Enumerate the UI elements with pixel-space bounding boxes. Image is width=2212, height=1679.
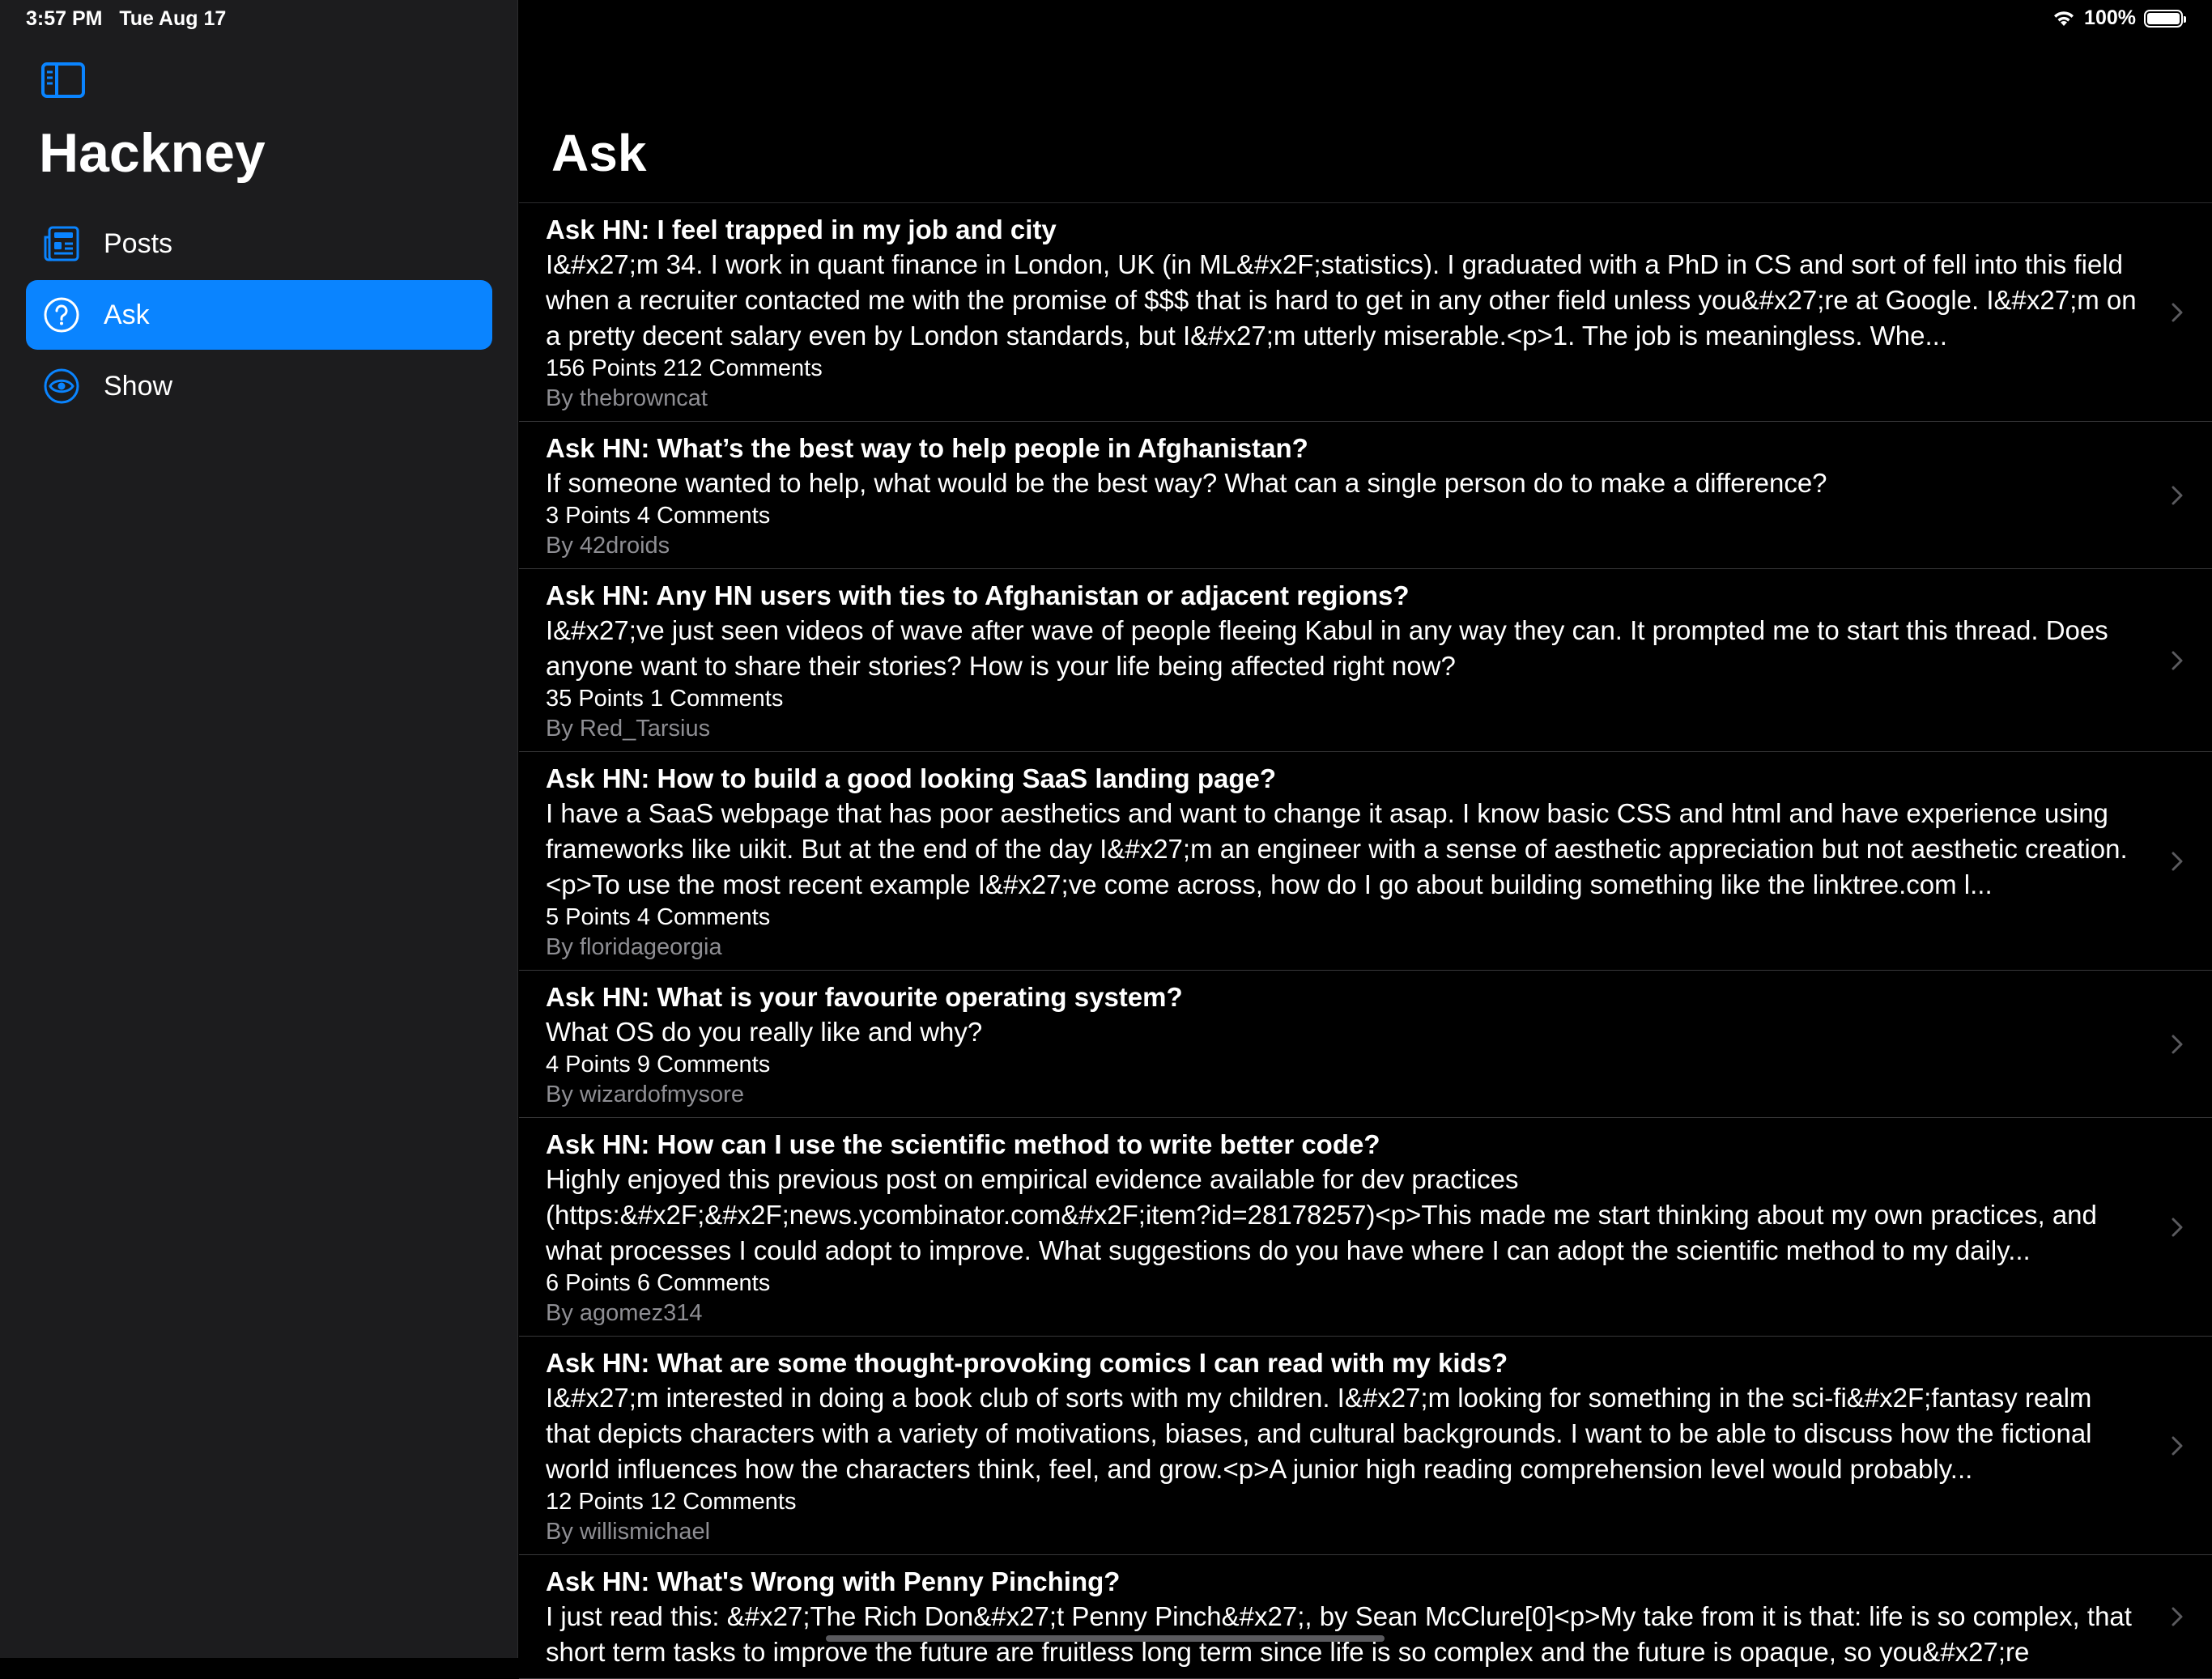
post-author: By thebrowncat [546, 385, 708, 411]
post-title: Ask HN: Any HN users with ties to Afghan… [546, 580, 1410, 610]
post-body: I&#x27;m 34. I work in quant finance in … [546, 249, 2137, 351]
post-stats: 3 Points 4 Comments [546, 503, 771, 529]
eye-icon [42, 367, 81, 406]
sidebar-item-label: Show [104, 370, 173, 402]
post-body: I&#x27;ve just seen videos of wave after… [546, 615, 2108, 681]
post-author: By willismichael [546, 1519, 711, 1545]
battery-icon [2144, 9, 2186, 28]
battery-percent: 100% [2084, 6, 2136, 29]
post-title: Ask HN: How can I use the scientific met… [546, 1129, 1380, 1159]
sidebar-item-ask[interactable]: Ask [26, 280, 492, 350]
sidebar-item-label: Ask [104, 299, 150, 330]
post-author: By wizardofmysore [546, 1082, 744, 1107]
chevron-right-icon [2172, 486, 2183, 504]
post-title: Ask HN: I feel trapped in my job and cit… [546, 215, 1057, 244]
sidebar: Hackney Posts Ask Show [0, 0, 518, 1658]
chevron-right-icon [2172, 852, 2183, 870]
list-item[interactable]: Ask HN: Any HN users with ties to Afghan… [519, 569, 2212, 752]
post-title: Ask HN: How to build a good looking SaaS… [546, 763, 1277, 793]
post-body: I just read this: &#x27;The Rich Don&#x2… [546, 1601, 2132, 1667]
list-item[interactable]: Ask HN: I feel trapped in my job and cit… [519, 203, 2212, 422]
post-title: Ask HN: What are some thought-provoking … [546, 1348, 1508, 1378]
post-stats: 5 Points 4 Comments [546, 904, 771, 930]
list-item[interactable]: Ask HN: What are some thought-provoking … [519, 1337, 2212, 1555]
main-content: Ask Ask HN: I feel trapped in my job and… [519, 0, 2212, 1679]
status-date: Tue Aug 17 [119, 7, 227, 30]
chevron-right-icon [2172, 1607, 2183, 1626]
status-time-clock: 3:57 PM [26, 7, 103, 30]
question-circle-icon [42, 295, 81, 334]
home-indicator[interactable] [826, 1635, 1385, 1642]
list-item[interactable]: Ask HN: What’s the best way to help peop… [519, 422, 2212, 569]
status-indicators: 100% [2052, 6, 2186, 30]
status-bar: 3:57 PM Tue Aug 17 100% [0, 0, 2212, 39]
post-author: By floridageorgia [546, 934, 722, 960]
status-time: 3:57 PM Tue Aug 17 [26, 7, 226, 31]
post-body: If someone wanted to help, what would be… [546, 468, 1827, 498]
post-author: By 42droids [546, 533, 670, 559]
battery-fill [2147, 12, 2180, 24]
post-author: By agomez314 [546, 1300, 703, 1326]
list-item[interactable]: Ask HN: How can I use the scientific met… [519, 1118, 2212, 1337]
list-item[interactable]: Ask HN: What's Wrong with Penny Pinching… [519, 1555, 2212, 1679]
sidebar-item-label: Posts [104, 227, 173, 259]
newspaper-icon [42, 224, 81, 263]
sidebar-nav: Posts Ask Show [26, 209, 492, 423]
sidebar-toggle-icon[interactable] [40, 62, 86, 99]
chevron-right-icon [2172, 651, 2183, 669]
post-stats: 6 Points 6 Comments [546, 1270, 771, 1296]
post-body: Highly enjoyed this previous post on emp… [546, 1164, 2097, 1265]
list-item[interactable]: Ask HN: How to build a good looking SaaS… [519, 752, 2212, 971]
post-title: Ask HN: What’s the best way to help peop… [546, 433, 1308, 463]
post-list: Ask HN: I feel trapped in my job and cit… [519, 203, 2212, 1679]
post-body: I have a SaaS webpage that has poor aest… [546, 798, 2128, 899]
post-stats: 35 Points 1 Comments [546, 686, 784, 712]
chevron-right-icon [2172, 1218, 2183, 1236]
page-title: Ask [551, 124, 647, 182]
post-title: Ask HN: What is your favourite operating… [546, 982, 1183, 1012]
chevron-right-icon [2172, 303, 2183, 321]
chevron-right-icon [2172, 1035, 2183, 1053]
post-author: By Red_Tarsius [546, 716, 711, 742]
app-title: Hackney [39, 122, 266, 184]
post-body: What OS do you really like and why? [546, 1017, 983, 1047]
post-stats: 156 Points 212 Comments [546, 355, 823, 381]
post-stats: 12 Points 12 Comments [546, 1489, 797, 1515]
sidebar-item-posts[interactable]: Posts [26, 209, 492, 278]
post-body: I&#x27;m interested in doing a book club… [546, 1383, 2092, 1484]
post-title: Ask HN: What's Wrong with Penny Pinching… [546, 1566, 1121, 1596]
sidebar-item-show[interactable]: Show [26, 351, 492, 421]
list-item[interactable]: Ask HN: What is your favourite operating… [519, 971, 2212, 1118]
wifi-icon [2054, 11, 2074, 26]
post-stats: 4 Points 9 Comments [546, 1052, 771, 1078]
chevron-right-icon [2172, 1436, 2183, 1455]
